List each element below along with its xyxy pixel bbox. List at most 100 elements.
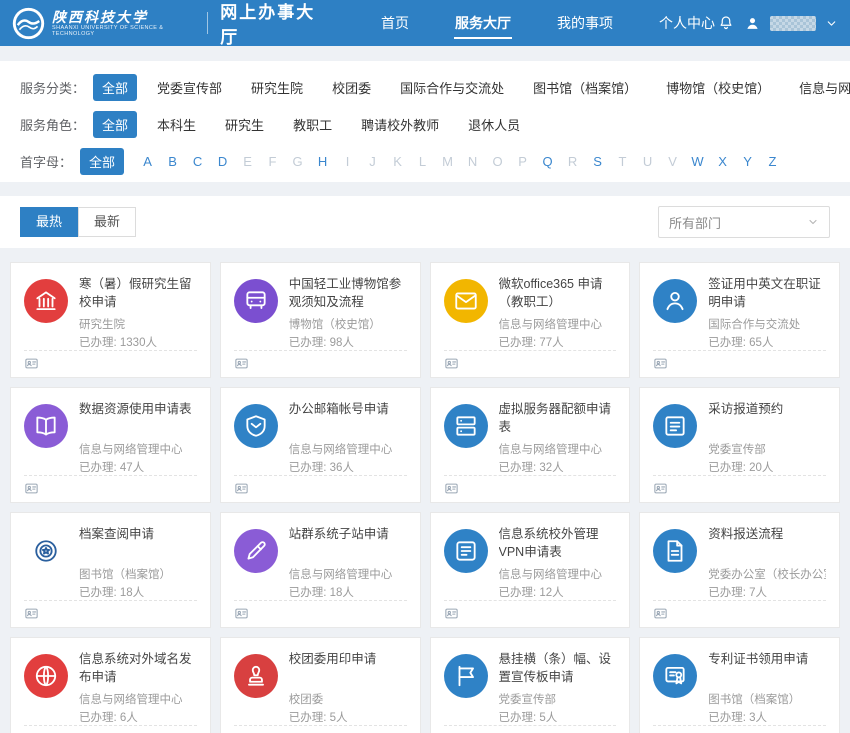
service-card[interactable]: 信息系统校外管理VPN申请表 信息与网络管理中心 已办理: 12人 (430, 512, 631, 628)
building-icon (24, 279, 68, 323)
initial-letter: M (435, 154, 460, 169)
initial-letter[interactable]: Q (535, 154, 560, 169)
service-title: 档案查阅申请 (79, 525, 197, 561)
filter-option[interactable]: 信息与网络管理中心 (790, 74, 850, 101)
service-card[interactable]: 档案查阅申请 图书馆（档案馆） 已办理: 18人 (10, 512, 211, 628)
service-card[interactable]: 信息系统对外域名发布申请 信息与网络管理中心 已办理: 6人 (10, 637, 211, 733)
initial-letter[interactable]: D (210, 154, 235, 169)
service-handled-count: 已办理: 36人 (289, 459, 407, 475)
service-handled-count: 已办理: 7人 (708, 584, 826, 600)
initial-option-all[interactable]: 全部 (80, 148, 124, 175)
initial-letter[interactable]: Z (760, 154, 785, 169)
filter-option[interactable]: 研究生 (216, 111, 273, 138)
filter-option[interactable]: 教职工 (284, 111, 341, 138)
filter-option[interactable]: 本科生 (148, 111, 205, 138)
notification-bell-icon[interactable] (717, 14, 735, 32)
filter-option[interactable]: 校团委 (323, 74, 380, 101)
initial-letter[interactable]: B (160, 154, 185, 169)
service-handled-count: 已办理: 6人 (79, 709, 197, 725)
nav-item[interactable]: 服务大厅 (453, 0, 513, 46)
nav-item[interactable]: 我的事项 (555, 0, 615, 46)
service-handled-count: 已办理: 1330人 (79, 334, 197, 350)
filter-option[interactable]: 党委宣传部 (148, 74, 231, 101)
service-handled-count: 已办理: 3人 (708, 709, 826, 725)
service-card[interactable]: 悬挂横（条）幅、设置宣传板申请 党委宣传部 已办理: 5人 (430, 637, 631, 733)
sort-tab[interactable]: 最热 (20, 207, 78, 237)
initial-letter: N (460, 154, 485, 169)
service-title: 资料报送流程 (708, 525, 826, 561)
service-card[interactable]: 资料报送流程 党委办公室（校长办公室） 已办理: 7人 (639, 512, 840, 628)
initial-letter: O (485, 154, 510, 169)
university-name-cn: 陕西科技大学 (52, 9, 195, 25)
service-card[interactable]: 数据资源使用申请表 信息与网络管理中心 已办理: 47人 (10, 387, 211, 503)
filter-option[interactable]: 博物馆（校史馆） (657, 74, 779, 101)
filter-option[interactable]: 全部 (93, 111, 137, 138)
user-menu-chevron-down-icon[interactable] (825, 17, 838, 30)
service-title: 采访报道预约 (708, 400, 826, 436)
service-card[interactable]: 办公邮箱帐号申请 信息与网络管理中心 已办理: 36人 (220, 387, 421, 503)
stamp-icon (234, 654, 278, 698)
vpn-icon (444, 529, 488, 573)
filter-option[interactable]: 研究生院 (242, 74, 312, 101)
service-card[interactable]: 寒（暑）假研究生留校申请 研究生院 已办理: 1330人 (10, 262, 211, 378)
initial-letter: T (610, 154, 635, 169)
filter-option[interactable]: 全部 (93, 74, 137, 101)
service-title: 微软office365 申请（教职工） (499, 275, 617, 311)
initial-letter: E (235, 154, 260, 169)
service-department: 博物馆（校史馆） (289, 316, 407, 332)
service-card[interactable]: 专利证书领用申请 图书馆（档案馆） 已办理: 3人 (639, 637, 840, 733)
university-logo[interactable]: 陕西科技大学 SHAANXI UNIVERSITY OF SCIENCE & T… (12, 7, 195, 40)
service-card[interactable]: 校团委用印申请 校团委 已办理: 5人 (220, 637, 421, 733)
globe-icon (24, 654, 68, 698)
book-icon (24, 404, 68, 448)
service-card[interactable]: 站群系统子站申请 信息与网络管理中心 已办理: 18人 (220, 512, 421, 628)
service-department: 党委办公室（校长办公室） (708, 566, 826, 582)
service-department: 信息与网络管理中心 (79, 441, 197, 457)
initial-letter[interactable]: S (585, 154, 610, 169)
filter-row-initial: 首字母： 全部ABCDEFGHIJKLMNOPQRSTUVWXYZ (20, 148, 830, 174)
service-handle-icon (653, 481, 668, 496)
service-title: 虚拟服务器配额申请表 (499, 400, 617, 436)
department-select[interactable]: 所有部门 (658, 206, 830, 238)
initial-letter[interactable]: A (135, 154, 160, 169)
filter-panel: 服务分类： 全部党委宣传部研究生院校团委国际合作与交流处图书馆（档案馆）博物馆（… (0, 61, 850, 182)
nav-item[interactable]: 个人中心 (657, 0, 717, 46)
university-logo-icon (12, 7, 45, 40)
service-handled-count: 已办理: 77人 (499, 334, 617, 350)
service-handled-count: 已办理: 47人 (79, 459, 197, 475)
service-handled-count: 已办理: 98人 (289, 334, 407, 350)
service-handle-icon (444, 481, 459, 496)
initial-letter[interactable]: W (685, 154, 710, 169)
username-redacted (770, 16, 816, 31)
department-select-value: 所有部门 (669, 213, 721, 232)
initial-letter: U (635, 154, 660, 169)
filter-row-role: 服务角色： 全部本科生研究生教职工聘请校外教师退休人员 (20, 111, 830, 137)
service-card[interactable]: 中国轻工业博物馆参观须知及流程 博物馆（校史馆） 已办理: 98人 (220, 262, 421, 378)
filter-option[interactable]: 图书馆（档案馆） (524, 74, 646, 101)
initial-letter[interactable]: X (710, 154, 735, 169)
filter-option[interactable]: 聘请校外教师 (352, 111, 448, 138)
service-card[interactable]: 虚拟服务器配额申请表 信息与网络管理中心 已办理: 32人 (430, 387, 631, 503)
filter-option[interactable]: 退休人员 (459, 111, 529, 138)
service-card[interactable]: 采访报道预约 党委宣传部 已办理: 20人 (639, 387, 840, 503)
university-name-en: SHAANXI UNIVERSITY OF SCIENCE & TECHNOLO… (52, 25, 195, 38)
service-title: 信息系统对外域名发布申请 (79, 650, 197, 686)
initial-letter[interactable]: H (310, 154, 335, 169)
filter-option[interactable]: 国际合作与交流处 (391, 74, 513, 101)
nav-item[interactable]: 首页 (379, 0, 411, 46)
service-title: 站群系统子站申请 (289, 525, 407, 561)
news-icon (653, 404, 697, 448)
initial-letter[interactable]: Y (735, 154, 760, 169)
sort-tabs: 最热最新 (20, 207, 136, 237)
service-card-grid: 寒（暑）假研究生留校申请 研究生院 已办理: 1330人 中国轻工业博物馆参观须… (0, 248, 850, 733)
initial-letter[interactable]: C (185, 154, 210, 169)
initial-letter: P (510, 154, 535, 169)
initial-letter: K (385, 154, 410, 169)
service-title: 中国轻工业博物馆参观须知及流程 (289, 275, 407, 311)
user-avatar-icon[interactable] (744, 15, 761, 32)
sort-tab[interactable]: 最新 (78, 207, 136, 237)
initial-letter: L (410, 154, 435, 169)
service-card[interactable]: 签证用中英文在职证明申请 国际合作与交流处 已办理: 65人 (639, 262, 840, 378)
service-card[interactable]: 微软office365 申请（教职工） 信息与网络管理中心 已办理: 77人 (430, 262, 631, 378)
initial-letter: V (660, 154, 685, 169)
